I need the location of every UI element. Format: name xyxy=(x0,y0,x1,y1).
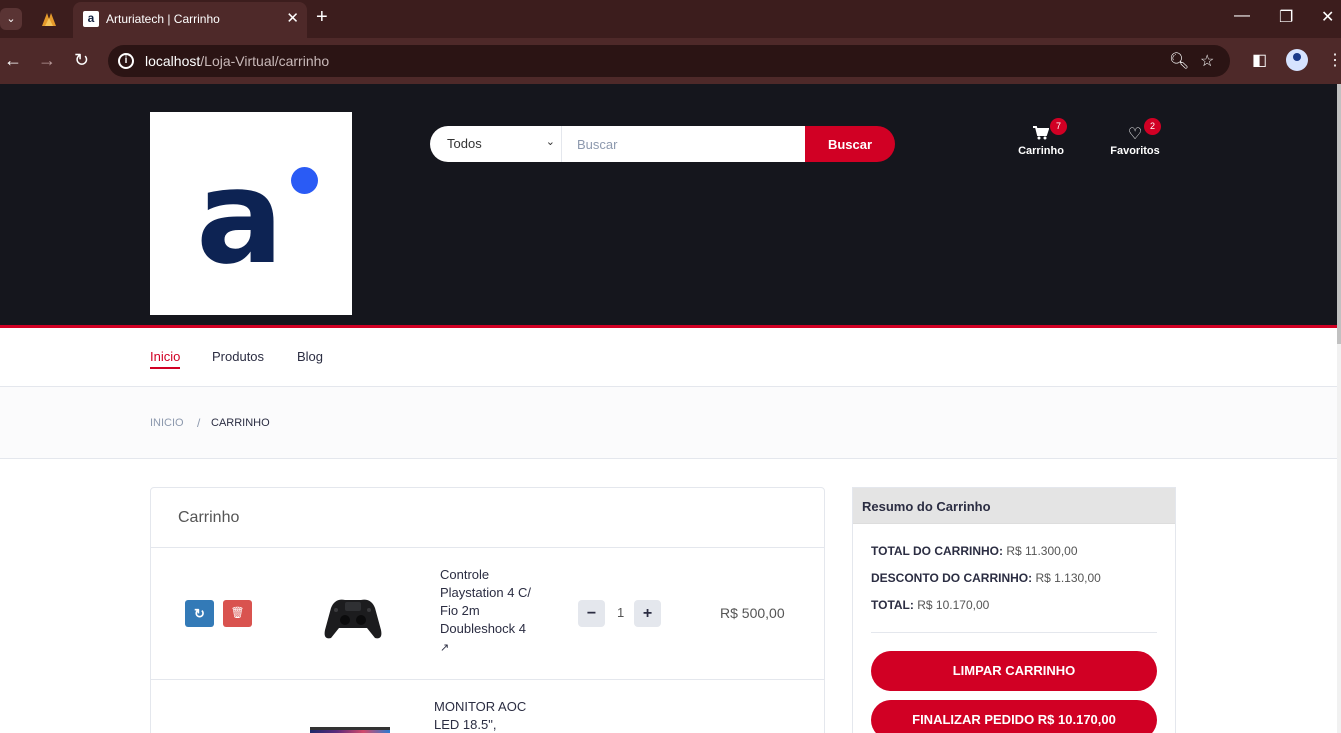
refresh-icon: ↻ xyxy=(194,606,205,621)
site-header: a Todos ⌄ Buscar Carrinho 7 ♡ Favoritos … xyxy=(0,99,1337,328)
nav-item-inicio[interactable]: Inicio xyxy=(150,349,181,369)
product-image-controller[interactable] xyxy=(321,586,385,646)
site-info-icon[interactable]: i xyxy=(118,53,134,69)
discount-value: R$ 1.130,00 xyxy=(1035,571,1101,585)
cart-panel-header: Carrinho xyxy=(151,488,824,548)
site-logo[interactable]: a xyxy=(150,112,352,315)
cart-row: ↻ 🗑︎ Controle Playstation 4 C/ Fio 2m Do… xyxy=(151,548,824,680)
cart-label: Carrinho xyxy=(1018,145,1064,157)
scrollbar-thumb[interactable] xyxy=(1337,84,1341,344)
breadcrumb-current: CARRINHO xyxy=(211,417,270,429)
category-select-value: Todos xyxy=(447,136,482,151)
product-image-monitor[interactable] xyxy=(310,727,390,733)
tab-search-chevron-icon[interactable]: ⌄ xyxy=(0,8,22,30)
quantity-value: 1 xyxy=(617,605,625,620)
tab-favicon: a xyxy=(83,11,99,27)
subtotal-value: R$ 11.300,00 xyxy=(1006,544,1078,558)
side-panel-icon[interactable]: ◧ xyxy=(1252,50,1267,70)
forward-arrow-icon[interactable]: → xyxy=(38,50,56,71)
breadcrumb-home[interactable]: INICIO xyxy=(150,417,184,429)
profile-avatar-icon[interactable] xyxy=(1286,49,1308,71)
browser-tab-active[interactable]: a Arturiatech | Carrinho ✕ xyxy=(73,2,307,38)
cart-title: Carrinho xyxy=(178,509,240,526)
browser-toolbar: ← → ↻ i localhost/Loja-Virtual/carrinho … xyxy=(0,38,1341,84)
product-name-text[interactable]: Controle Playstation 4 C/ Fio 2m Doubles… xyxy=(440,567,531,636)
cart-panel: Carrinho ↻ 🗑︎ Controle Playstation 4 C/ … xyxy=(150,487,825,733)
url-path: /Loja-Virtual/carrinho xyxy=(200,53,330,69)
breadcrumb: INICIO / CARRINHO xyxy=(0,387,1337,459)
cart-row: MONITOR AOC LED 18.5", xyxy=(151,680,824,733)
logo-letter: a xyxy=(196,141,284,293)
reload-icon[interactable]: ↻ xyxy=(74,50,89,71)
nav-item-produtos[interactable]: Produtos xyxy=(212,349,264,364)
window-minimize-icon[interactable]: — xyxy=(1234,7,1250,25)
cart-count-badge: 7 xyxy=(1050,118,1067,135)
discount-label: DESCONTO DO CARRINHO: xyxy=(871,571,1033,585)
search-form: Todos ⌄ Buscar xyxy=(430,126,895,162)
search-button[interactable]: Buscar xyxy=(805,126,895,162)
top-info-strip xyxy=(0,84,1337,99)
pinned-tab-favicon-icon[interactable] xyxy=(40,10,58,28)
nav-item-blog[interactable]: Blog xyxy=(297,349,323,364)
bookmark-star-icon[interactable]: ☆ xyxy=(1200,51,1214,71)
item-price: R$ 500,00 xyxy=(720,605,785,621)
url-host: localhost xyxy=(145,53,201,69)
main-navigation: Inicio Produtos Blog xyxy=(0,331,1337,387)
summary-divider xyxy=(871,632,1157,633)
external-link-icon[interactable]: ↗ xyxy=(440,642,449,654)
product-name[interactable]: Controle Playstation 4 C/ Fio 2m Doubles… xyxy=(440,566,536,657)
update-item-button[interactable]: ↻ xyxy=(185,600,214,627)
window-restore-icon[interactable]: ❐ xyxy=(1279,7,1293,27)
category-select[interactable]: Todos ⌄ xyxy=(430,126,562,162)
trash-icon: 🗑︎ xyxy=(230,607,245,619)
quantity-increase-button[interactable]: + xyxy=(634,600,661,627)
logo-dot xyxy=(291,167,318,194)
chevron-down-icon: ⌄ xyxy=(545,136,555,148)
tab-close-icon[interactable]: ✕ xyxy=(286,9,299,27)
summary-discount: DESCONTO DO CARRINHO: R$ 1.130,00 xyxy=(871,571,1101,585)
new-tab-plus-icon[interactable]: + xyxy=(316,6,328,29)
search-input[interactable] xyxy=(562,126,806,162)
summary-title: Resumo do Carrinho xyxy=(862,499,991,514)
wishlist-link[interactable]: ♡ Favoritos 2 xyxy=(1100,118,1170,157)
total-label: TOTAL: xyxy=(871,598,914,612)
wishlist-label: Favoritos xyxy=(1110,145,1160,157)
browser-tab-bar: ⌄ a Arturiatech | Carrinho ✕ + — ❐ ✕ xyxy=(0,0,1341,38)
window-close-icon[interactable]: ✕ xyxy=(1321,7,1334,27)
total-value: R$ 10.170,00 xyxy=(917,598,990,612)
tab-title: Arturiatech | Carrinho xyxy=(106,12,220,26)
back-arrow-icon[interactable]: ← xyxy=(4,50,22,71)
wishlist-count-badge: 2 xyxy=(1144,118,1161,135)
cart-link[interactable]: Carrinho 7 xyxy=(1006,118,1076,157)
product-name[interactable]: MONITOR AOC LED 18.5", xyxy=(434,698,530,733)
breadcrumb-separator: / xyxy=(197,416,201,430)
cart-summary: Resumo do Carrinho TOTAL DO CARRINHO: R$… xyxy=(852,487,1176,733)
summary-subtotal: TOTAL DO CARRINHO: R$ 11.300,00 xyxy=(871,544,1078,558)
clear-cart-button[interactable]: LIMPAR CARRINHO xyxy=(871,651,1157,691)
checkout-button[interactable]: FINALIZAR PEDIDO R$ 10.170,00 xyxy=(871,700,1157,733)
page-scrollbar[interactable] xyxy=(1337,84,1341,733)
address-url: localhost/Loja-Virtual/carrinho xyxy=(145,53,329,69)
summary-total: TOTAL: R$ 10.170,00 xyxy=(871,598,989,612)
browser-menu-icon[interactable]: ⋮ xyxy=(1327,50,1341,70)
remove-item-button[interactable]: 🗑︎ xyxy=(223,600,252,627)
summary-header: Resumo do Carrinho xyxy=(853,488,1175,524)
quantity-decrease-button[interactable]: − xyxy=(578,600,605,627)
zoom-icon[interactable]: 🔍︎ xyxy=(1169,51,1189,71)
subtotal-label: TOTAL DO CARRINHO: xyxy=(871,544,1003,558)
address-bar[interactable]: i localhost/Loja-Virtual/carrinho 🔍︎ ☆ xyxy=(108,45,1230,77)
